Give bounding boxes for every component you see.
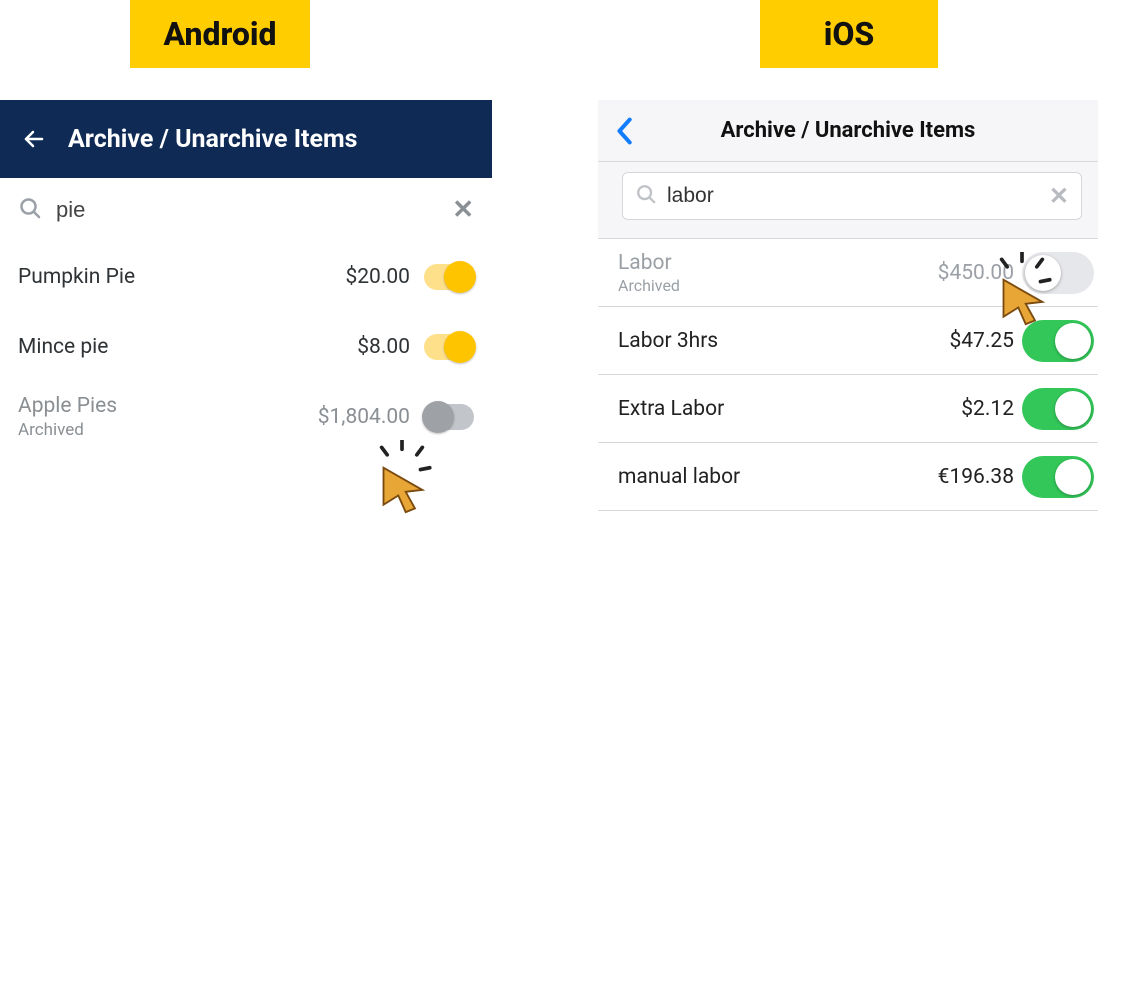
back-arrow-icon: [22, 127, 46, 151]
archive-toggle[interactable]: [424, 404, 474, 430]
page-title: Archive / Unarchive Items: [608, 118, 1088, 143]
search-input[interactable]: [667, 184, 1049, 208]
ios-header: Archive / Unarchive Items: [598, 100, 1098, 162]
android-phone: Archive / Unarchive Items ✕ Pumpkin Pie …: [0, 100, 492, 1000]
archive-toggle[interactable]: [1022, 456, 1094, 498]
search-input[interactable]: [56, 197, 452, 223]
archive-toggle[interactable]: [1022, 320, 1094, 362]
back-button[interactable]: [20, 125, 48, 153]
item-name: Mince pie: [18, 335, 357, 359]
archive-toggle[interactable]: [1022, 252, 1094, 294]
android-search-bar: ✕: [0, 178, 492, 242]
item-status-label: Archived: [618, 276, 938, 295]
list-item: Labor 3hrs $47.25: [598, 307, 1098, 375]
item-price: $8.00: [357, 335, 410, 359]
android-header: Archive / Unarchive Items: [0, 100, 492, 178]
list-item: Apple Pies Archived $1,804.00: [18, 382, 474, 452]
list-item: Labor Archived $450.00: [598, 239, 1098, 307]
item-name: Labor 3hrs: [618, 329, 949, 353]
item-name: manual labor: [618, 465, 938, 489]
list-item: manual labor €196.38: [598, 443, 1098, 511]
item-name: Labor: [618, 251, 938, 275]
item-price: $2.12: [961, 397, 1014, 421]
platform-badge-ios: iOS: [760, 0, 938, 68]
ios-phone: Archive / Unarchive Items ✕ Labor Archiv…: [598, 100, 1098, 1000]
search-icon: [18, 196, 42, 224]
android-item-list: Pumpkin Pie $20.00 Mince pie $8.00 Apple…: [0, 242, 492, 452]
clear-search-button[interactable]: ✕: [1049, 182, 1069, 210]
item-price: $20.00: [345, 265, 410, 289]
item-status-label: Archived: [18, 420, 318, 440]
list-item: Mince pie $8.00: [18, 312, 474, 382]
item-price: $47.25: [949, 329, 1014, 353]
item-name: Extra Labor: [618, 397, 961, 421]
item-price: $1,804.00: [318, 405, 410, 429]
ios-search-bar: ✕: [622, 172, 1082, 220]
page-title: Archive / Unarchive Items: [68, 125, 358, 154]
list-item: Extra Labor $2.12: [598, 375, 1098, 443]
archive-toggle[interactable]: [424, 334, 474, 360]
platform-badge-android: Android: [130, 0, 310, 68]
item-price: $450.00: [938, 261, 1014, 285]
item-price: €196.38: [938, 465, 1014, 489]
archive-toggle[interactable]: [424, 264, 474, 290]
ios-item-list: Labor Archived $450.00 Labor 3hrs $47.25…: [598, 239, 1098, 511]
ios-search-area: ✕: [598, 162, 1098, 239]
platform-badge-label: Android: [163, 15, 276, 53]
archive-toggle[interactable]: [1022, 388, 1094, 430]
list-item: Pumpkin Pie $20.00: [18, 242, 474, 312]
item-name: Apple Pies: [18, 394, 318, 418]
platform-badge-label: iOS: [824, 15, 875, 53]
search-icon: [635, 183, 657, 209]
clear-search-button[interactable]: ✕: [452, 195, 474, 225]
item-name: Pumpkin Pie: [18, 265, 345, 289]
